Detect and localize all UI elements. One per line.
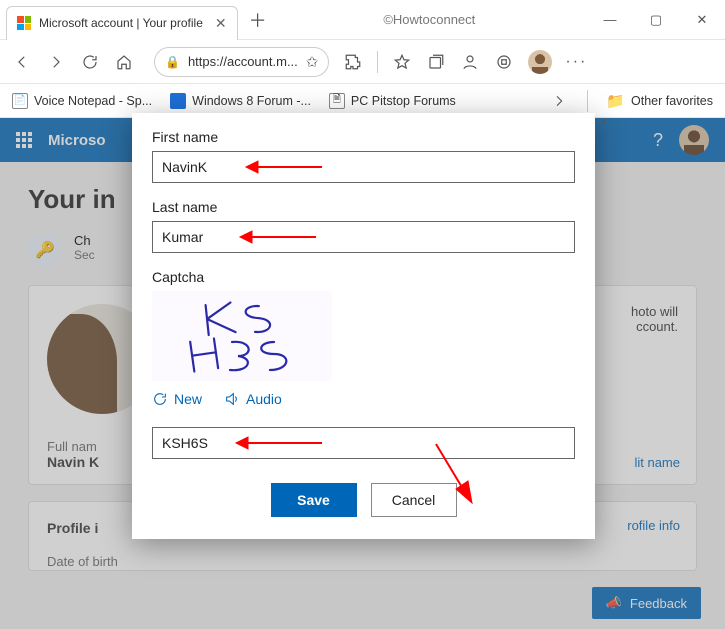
last-name-input[interactable] [152,221,575,253]
home-button[interactable] [114,52,134,72]
toolbar-divider [377,51,378,73]
browser-tab[interactable]: Microsoft account | Your profile ✕ [6,6,238,40]
captcha-new-link[interactable]: New [152,391,202,407]
back-button[interactable] [12,52,32,72]
cancel-button[interactable]: Cancel [371,483,457,517]
profile-avatar[interactable] [528,50,552,74]
bookmarks-overflow-button[interactable] [549,91,569,111]
close-window-button[interactable]: ✕ [679,0,725,40]
watermark-text: ©Howtoconnect [272,12,587,27]
refresh-button[interactable] [80,52,100,72]
other-favorites-button[interactable]: 📁 Other favorites [606,92,713,110]
minimize-button[interactable]: — [587,0,633,40]
window-controls: — ▢ ✕ [587,0,725,40]
browser-titlebar: Microsoft account | Your profile ✕ ＋ ©Ho… [0,0,725,40]
scroll-up-icon[interactable]: ▴ [597,113,611,127]
folder-icon: 📁 [606,92,625,110]
bookmark-label: Windows 8 Forum -... [192,94,311,108]
edit-name-dialog: ▴ First name Last name Captcha [132,113,595,539]
bookmark-label: PC Pitstop Forums [351,94,456,108]
captcha-label: Captcha [152,269,575,285]
ms-logo-icon [17,16,31,30]
lock-icon: 🔒 [165,55,180,69]
captcha-audio-link[interactable]: Audio [224,391,282,407]
dialog-button-row: Save Cancel [152,483,575,517]
browser-toolbar: 🔒 https://account.m... ✩ ··· [0,40,725,84]
site-icon [170,93,186,109]
close-tab-icon[interactable]: ✕ [215,15,227,32]
collections-button[interactable] [426,52,446,72]
first-name-label: First name [152,129,575,145]
account-button[interactable] [460,52,480,72]
favorites-button[interactable] [392,52,412,72]
bookmark-label: Voice Notepad - Sp... [34,94,152,108]
refresh-icon [152,391,168,407]
star-add-icon[interactable]: ✩ [306,53,319,71]
address-bar[interactable]: 🔒 https://account.m... ✩ [154,47,329,77]
more-menu-button[interactable]: ··· [566,52,586,72]
new-tab-button[interactable]: ＋ [244,6,272,34]
shopping-button[interactable] [494,52,514,72]
first-name-input[interactable] [152,151,575,183]
file-icon: 🗎 [329,93,345,109]
audio-icon [224,391,240,407]
captcha-audio-label: Audio [246,391,282,407]
url-text: https://account.m... [188,54,298,69]
page-icon: 📄 [12,93,28,109]
bookmark-windows8-forum[interactable]: Windows 8 Forum -... [170,93,311,109]
captcha-input[interactable] [152,427,575,459]
captcha-image [152,291,332,381]
captcha-new-label: New [174,391,202,407]
last-name-label: Last name [152,199,575,215]
bookmark-pc-pitstop[interactable]: 🗎 PC Pitstop Forums [329,93,456,109]
extensions-button[interactable] [343,52,363,72]
other-favorites-label: Other favorites [631,94,713,108]
bookmarks-divider [587,90,588,112]
tab-title: Microsoft account | Your profile [39,16,203,30]
forward-button[interactable] [46,52,66,72]
dialog-scrollbar[interactable]: ▴ [597,113,611,539]
maximize-button[interactable]: ▢ [633,0,679,40]
bookmark-voice-notepad[interactable]: 📄 Voice Notepad - Sp... [12,93,152,109]
save-button[interactable]: Save [271,483,357,517]
